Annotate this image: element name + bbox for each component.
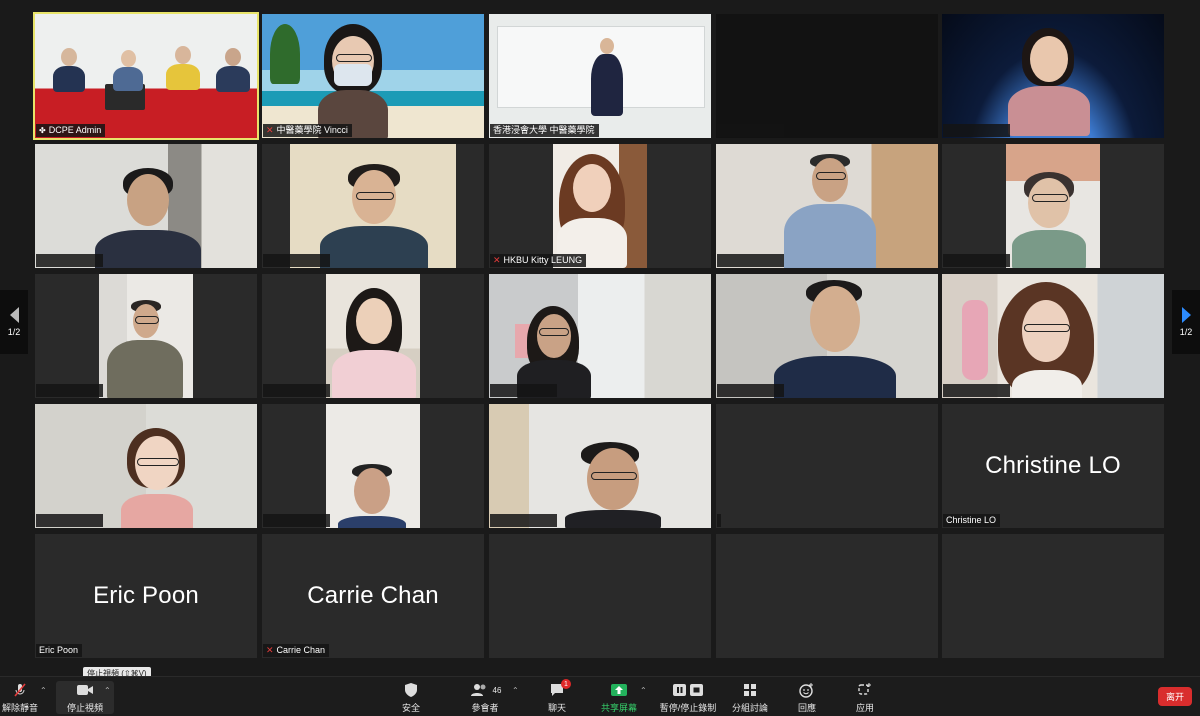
- meeting-toolbar: 解除靜音 ⌃ 停止視頻 ⌃ 安全 46 參會者 ⌃ 1 聊天 共享屏幕 ⌃ 暫停…: [0, 676, 1200, 716]
- participant-name-tag: [943, 254, 1010, 267]
- video-tile[interactable]: [942, 534, 1164, 658]
- chat-icon: 1: [549, 679, 571, 699]
- video-tile[interactable]: [262, 144, 484, 268]
- participant-name-tag: 香港浸會大學 中醫藥學院: [490, 124, 599, 137]
- security-button[interactable]: 安全: [398, 681, 424, 714]
- video-tile[interactable]: ✕ 中醫藥學院 Vincci: [262, 14, 484, 138]
- mic-muted-icon: ✕: [266, 645, 274, 655]
- apps-button[interactable]: 应用: [852, 681, 878, 714]
- video-tile[interactable]: [489, 274, 711, 398]
- video-tile[interactable]: [716, 404, 938, 528]
- participant-name-tag: Christine LO: [943, 514, 1001, 527]
- participant-name-tag: ✕ Carrie Chan: [263, 644, 330, 657]
- arrow-right-icon: [1181, 307, 1191, 323]
- pin-icon: ✤: [39, 126, 46, 135]
- participant-name-tag: [490, 384, 557, 397]
- participant-display-name: Christine LO: [985, 452, 1121, 479]
- video-tile[interactable]: [35, 144, 257, 268]
- previous-page-button[interactable]: 1/2: [0, 290, 28, 354]
- participants-button[interactable]: 46 參會者: [466, 681, 504, 714]
- chat-badge: 1: [561, 679, 571, 689]
- participant-name-tag: [943, 124, 1010, 137]
- video-tile[interactable]: [716, 14, 938, 138]
- participant-name-tag: [263, 514, 330, 527]
- pause-stop-icon: [671, 681, 705, 699]
- participants-icon: 46: [469, 681, 502, 699]
- participant-name-tag: [263, 254, 330, 267]
- mic-muted-icon: ✕: [266, 125, 274, 135]
- reactions-button[interactable]: 回應: [794, 681, 820, 714]
- chevron-up-icon[interactable]: ⌃: [512, 686, 519, 695]
- participant-name-tag: [36, 384, 103, 397]
- mic-muted-icon: ✕: [493, 255, 501, 265]
- video-tile[interactable]: [489, 404, 711, 528]
- participant-name-tag: [717, 254, 784, 267]
- participant-name-tag: Eric Poon: [36, 644, 83, 657]
- chat-button[interactable]: 1 聊天: [544, 679, 571, 714]
- arrow-left-icon: [9, 307, 19, 323]
- video-tile[interactable]: [489, 534, 711, 658]
- video-tile[interactable]: [942, 14, 1164, 138]
- video-tile[interactable]: [716, 274, 938, 398]
- page-indicator: 1/2: [7, 327, 21, 337]
- record-button[interactable]: 暫停/停止錄制: [658, 681, 718, 714]
- video-tile[interactable]: [35, 404, 257, 528]
- video-tile[interactable]: [716, 534, 938, 658]
- next-page-button[interactable]: 1/2: [1172, 290, 1200, 354]
- participant-name-tag: [36, 254, 103, 267]
- video-tile[interactable]: [262, 274, 484, 398]
- participant-display-name: Eric Poon: [93, 582, 199, 609]
- video-tile[interactable]: ✤ DCPE Admin: [33, 12, 259, 140]
- video-tile[interactable]: Carrie Chan ✕ Carrie Chan: [262, 534, 484, 658]
- participant-name-tag: [263, 384, 330, 397]
- video-tile[interactable]: Eric Poon Eric Poon: [35, 534, 257, 658]
- participant-name-tag: [717, 514, 721, 527]
- participant-name-tag: [490, 514, 557, 527]
- participants-count: 46: [492, 685, 502, 695]
- participant-name-tag: [717, 124, 784, 137]
- chevron-up-icon[interactable]: ⌃: [104, 686, 111, 695]
- apps-icon: [857, 681, 873, 699]
- video-tile[interactable]: [262, 404, 484, 528]
- participant-name-tag: [943, 384, 1010, 397]
- grid-icon: [743, 681, 757, 699]
- video-tile[interactable]: [942, 274, 1164, 398]
- participant-name-tag: [717, 384, 784, 397]
- participant-display-name: Carrie Chan: [307, 582, 439, 609]
- video-tile[interactable]: 香港浸會大學 中醫藥學院: [489, 14, 711, 138]
- unmute-button[interactable]: 解除靜音: [0, 681, 40, 714]
- breakout-rooms-button[interactable]: 分組討論: [730, 681, 770, 714]
- shield-icon: [404, 681, 418, 699]
- page-indicator: 1/2: [1179, 327, 1193, 337]
- video-camera-icon: [76, 681, 94, 699]
- leave-meeting-button[interactable]: 离开: [1158, 687, 1192, 706]
- video-gallery: ✤ DCPE Admin ✕ 中醫藥學院 Vincci 香港浸會大學 中醫藥學院 ✕…: [0, 0, 1200, 676]
- smiley-icon: [799, 681, 815, 699]
- participant-name-tag: ✕ HKBU Kitty LEUNG: [490, 254, 587, 267]
- video-tile[interactable]: [942, 144, 1164, 268]
- participant-name-tag: ✕ 中醫藥學院 Vincci: [263, 124, 352, 137]
- participant-name-tag: ✤ DCPE Admin: [36, 124, 106, 137]
- video-tile[interactable]: Christine LO Christine LO: [942, 404, 1164, 528]
- share-screen-icon: [610, 681, 628, 699]
- chevron-up-icon[interactable]: ⌃: [640, 686, 647, 695]
- share-screen-button[interactable]: 共享屏幕: [600, 681, 638, 714]
- participant-name-tag: [36, 514, 103, 527]
- mic-muted-icon: [12, 681, 28, 699]
- video-tile[interactable]: [716, 144, 938, 268]
- video-tile[interactable]: ✕ HKBU Kitty LEUNG: [489, 144, 711, 268]
- chevron-up-icon[interactable]: ⌃: [40, 686, 47, 695]
- video-tile[interactable]: [35, 274, 257, 398]
